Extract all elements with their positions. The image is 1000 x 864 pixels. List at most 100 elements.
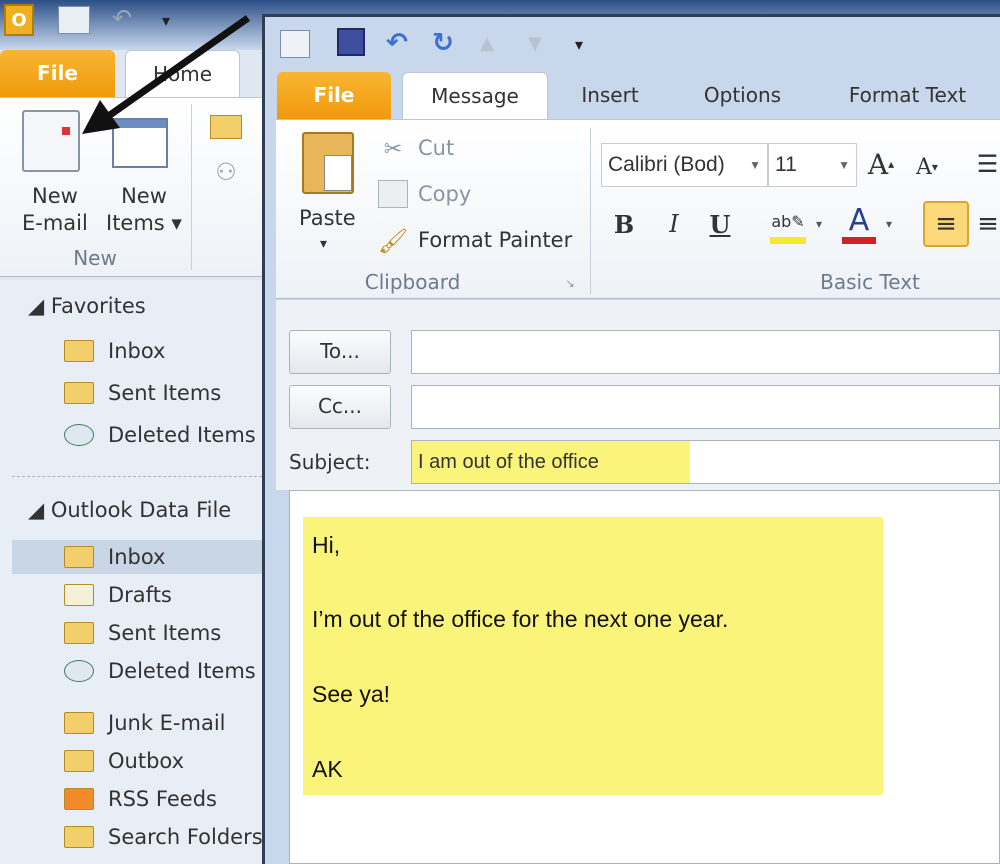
tab-insert[interactable]: Insert (560, 72, 660, 118)
to-button[interactable]: To... (289, 330, 391, 374)
bullets-icon[interactable]: ☰ (975, 146, 1000, 182)
paste-icon[interactable] (302, 132, 354, 194)
outbox-icon (64, 750, 94, 772)
inbox-icon (64, 546, 94, 568)
highlight-dropdown-icon[interactable]: ▾ (812, 214, 826, 234)
cut-button[interactable]: Cut (418, 136, 454, 160)
deleted-items-icon (64, 424, 94, 446)
divider (590, 128, 591, 294)
label: New (121, 184, 167, 208)
label: Sent Items (108, 621, 222, 645)
group-label-basic-text: Basic Text (820, 270, 920, 294)
center-align-icon[interactable]: ≡ (976, 201, 1000, 247)
tab-file[interactable]: File (277, 72, 391, 119)
folder-deleted-items[interactable]: Deleted Items (12, 654, 262, 688)
drafts-icon (64, 584, 94, 606)
new-email-button[interactable]: New E-mail (22, 183, 88, 237)
label: Deleted Items (108, 423, 256, 447)
cc-field[interactable] (411, 385, 1000, 429)
sent-items-icon (64, 622, 94, 644)
paste-dropdown-icon[interactable]: ▾ (320, 236, 327, 252)
body-line: AK (312, 756, 343, 782)
deleted-items-icon (64, 660, 94, 682)
save-icon[interactable] (337, 28, 365, 56)
favorites-header[interactable]: ◢ Favorites (28, 294, 146, 318)
outlook-message-icon (280, 30, 310, 58)
divider (12, 476, 262, 477)
font-size-select[interactable]: 11 ▼ (768, 143, 857, 187)
highlight-icon[interactable]: ab✎ (770, 206, 806, 244)
data-file-header[interactable]: ◢ Outlook Data File (28, 498, 231, 522)
italic-button[interactable]: I (658, 206, 690, 242)
folder-deleted-items[interactable]: Deleted Items (12, 418, 262, 452)
label: Outlook Data File (50, 498, 232, 522)
align-left-icon[interactable]: ≡ (923, 201, 969, 247)
folder-search-folders[interactable]: Search Folders (12, 820, 262, 854)
redo-icon[interactable]: ↻ (428, 28, 458, 58)
next-item-icon[interactable]: ▼ (522, 30, 548, 56)
dialog-launcher-icon[interactable]: ↘ (563, 276, 577, 290)
font-name-select[interactable]: Calibri (Bod) ▼ (601, 143, 768, 187)
rss-icon (64, 788, 94, 810)
folder-outbox[interactable]: Outbox (12, 744, 262, 778)
group-label-clipboard: Clipboard (364, 270, 461, 294)
label: New (32, 184, 78, 208)
body-line: Hi, (312, 532, 341, 558)
subject-label: Subject: (289, 450, 371, 474)
to-field[interactable] (411, 330, 1000, 374)
junk-folder-icon (64, 712, 94, 734)
font-name-value: Calibri (Bod) (608, 153, 725, 176)
font-color-icon[interactable]: A (842, 203, 876, 244)
undo-icon[interactable]: ↶ (382, 28, 412, 58)
label: Search Folders (108, 825, 262, 849)
copy-button[interactable]: Copy (418, 182, 471, 206)
folder-drafts[interactable]: Drafts (12, 578, 262, 612)
inbox-icon (64, 340, 94, 362)
label: Junk E-mail (108, 711, 226, 735)
cc-button[interactable]: Cc... (289, 385, 391, 429)
label: Inbox (108, 545, 166, 569)
format-painter-icon: 🖌 (377, 227, 409, 255)
previous-item-icon[interactable]: ▲ (474, 30, 500, 56)
font-size-value: 11 (775, 153, 797, 176)
copy-icon (378, 180, 408, 208)
tab-format-text[interactable]: Format Text (830, 72, 985, 118)
subject-field[interactable]: I am out of the office (411, 440, 1000, 484)
body-line: I’m out of the office for the next one y… (312, 606, 729, 632)
font-color-dropdown-icon[interactable]: ▾ (882, 214, 896, 234)
label: Favorites (50, 294, 146, 318)
sent-items-icon (64, 382, 94, 404)
shrink-font-icon[interactable]: A ▾ (910, 150, 944, 184)
label: Inbox (108, 339, 166, 363)
tab-options[interactable]: Options (680, 72, 805, 118)
new-items-button[interactable]: New Items ▾ (106, 183, 182, 237)
paste-button[interactable]: Paste (299, 206, 356, 230)
format-painter-button[interactable]: Format Painter (418, 228, 572, 252)
label: Sent Items (108, 381, 222, 405)
outlook-logo-icon: O (4, 4, 34, 36)
arrow-annotation (82, 15, 251, 134)
folder-sent-items[interactable]: Sent Items (12, 616, 262, 650)
bold-button[interactable]: B (608, 206, 640, 242)
folder-sent-items[interactable]: Sent Items (12, 376, 262, 410)
customize-qat-icon[interactable]: ▾ (568, 30, 590, 58)
text-highlight (303, 517, 883, 795)
search-folder-icon (64, 826, 94, 848)
label: Outbox (108, 749, 185, 773)
label: RSS Feeds (108, 787, 217, 811)
underline-button[interactable]: U (704, 206, 736, 242)
folder-inbox[interactable]: Inbox (12, 334, 262, 368)
cut-icon: ✂ (383, 136, 403, 162)
label: Deleted Items (108, 659, 256, 683)
tab-message[interactable]: Message (402, 72, 548, 120)
label: Drafts (108, 583, 172, 607)
folder-junk-email[interactable]: Junk E-mail (12, 706, 262, 740)
grow-font-icon[interactable]: A ▴ (864, 146, 898, 182)
body-line: See ya! (312, 681, 390, 707)
folder-rss-feeds[interactable]: RSS Feeds (12, 782, 262, 816)
label: E-mail (22, 211, 88, 235)
group-label-new: New (73, 246, 117, 270)
junk-icon[interactable]: ⚇ (210, 158, 242, 186)
folder-inbox[interactable]: Inbox (12, 540, 262, 574)
label: Items ▾ (106, 211, 182, 235)
